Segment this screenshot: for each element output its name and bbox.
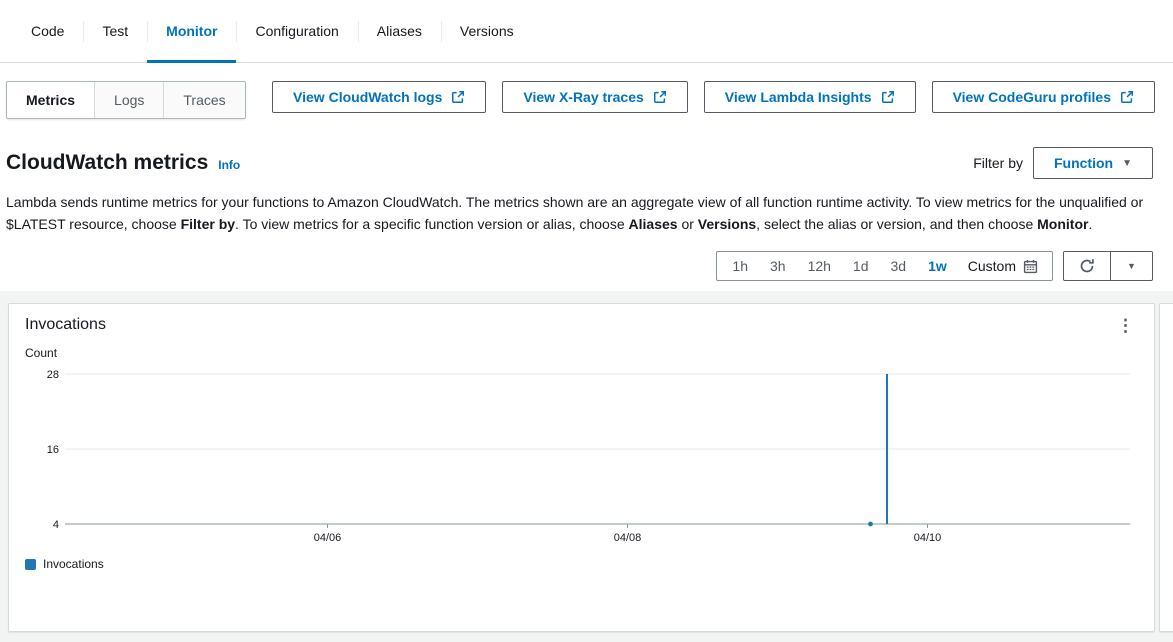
page-title: CloudWatch metrics [6, 151, 208, 175]
description-text: Lambda sends runtime metrics for your fu… [6, 191, 1153, 235]
section-header: CloudWatch metrics Info Filter by Functi… [0, 119, 1173, 179]
svg-text:16: 16 [47, 444, 59, 456]
chart-canvas: 4 16 28 04/06 04/08 04/10 [25, 362, 1138, 548]
svg-text:4: 4 [53, 519, 59, 531]
tab-test[interactable]: Test [83, 0, 147, 62]
refresh-options-button[interactable]: ▼ [1110, 252, 1152, 280]
tab-code[interactable]: Code [12, 0, 83, 62]
view-cloudwatch-logs-button[interactable]: View CloudWatch logs [272, 81, 486, 113]
external-link-icon [451, 90, 465, 104]
time-range-selector: 1h3h12h1d3d1w Custom [716, 251, 1053, 281]
chart-card-invocations: Invocations ⋮ Count 4 16 28 04/06 04/08 04/10 Inv… [8, 303, 1155, 632]
time-range-3d[interactable]: 3d [880, 258, 918, 274]
axis-unit-row: Count [25, 346, 1138, 360]
lambda-monitor-page: CodeTestMonitorConfigurationAliasesVersi… [0, 0, 1173, 642]
tab-versions[interactable]: Versions [441, 0, 533, 62]
chart-plot-area: 4 16 28 04/06 04/08 04/10 [25, 362, 1138, 551]
button-label: View CloudWatch logs [293, 89, 442, 105]
time-range-1w[interactable]: 1w [917, 258, 958, 274]
chart-legend: Invocations [25, 557, 1138, 571]
filter-group: Filter by Function ▼ [973, 147, 1153, 179]
refresh-icon [1079, 258, 1095, 274]
refresh-split-button: ▼ [1063, 251, 1153, 281]
view-codeguru-profiles-button[interactable]: View CodeGuru profiles [932, 81, 1155, 113]
view-lambda-insights-button[interactable]: View Lambda Insights [704, 81, 916, 113]
view-x-ray-traces-button[interactable]: View X-Ray traces [502, 81, 687, 113]
time-range-custom[interactable]: Custom [958, 258, 1048, 274]
button-label: View Lambda Insights [725, 89, 872, 105]
chart-title: Invocations [25, 316, 106, 334]
button-label: View CodeGuru profiles [953, 89, 1111, 105]
time-range-12h[interactable]: 12h [797, 258, 842, 274]
subtab-traces[interactable]: Traces [164, 82, 244, 118]
svg-text:04/10: 04/10 [914, 532, 942, 544]
time-controls-bar: 1h3h12h1d3d1w Custom ▼ [0, 235, 1173, 291]
monitor-subtabs: MetricsLogsTraces [6, 81, 246, 119]
calendar-icon [1023, 259, 1038, 274]
chevron-down-icon: ▼ [1122, 158, 1132, 169]
external-link-icon [881, 90, 895, 104]
info-link[interactable]: Info [218, 158, 240, 172]
chevron-down-icon: ▼ [1127, 261, 1136, 271]
chart-card-duration: Duration⋮Milliseconds1.1590.418004/0604/… [1159, 303, 1173, 632]
charts-region: Invocations ⋮ Count 4 16 28 04/06 04/08 04/10 Inv… [0, 291, 1173, 642]
refresh-button[interactable] [1064, 252, 1110, 280]
external-link-icon [1120, 90, 1134, 104]
chart-options-kebab-icon[interactable]: ⋮ [1113, 317, 1138, 334]
time-range-1h[interactable]: 1h [721, 258, 759, 274]
external-tools-buttons: View CloudWatch logs View X-Ray traces Vie… [272, 81, 1157, 113]
time-range-3h[interactable]: 3h [759, 258, 797, 274]
monitor-toolbar: MetricsLogsTraces View CloudWatch logsVi… [0, 63, 1173, 119]
tab-monitor[interactable]: Monitor [147, 0, 236, 62]
filter-by-label: Filter by [973, 155, 1023, 171]
svg-text:04/08: 04/08 [614, 532, 642, 544]
time-range-1d[interactable]: 1d [842, 258, 880, 274]
svg-text:28: 28 [47, 369, 59, 381]
title-group: CloudWatch metrics Info [6, 151, 240, 175]
tab-configuration[interactable]: Configuration [236, 0, 357, 62]
tab-aliases[interactable]: Aliases [358, 0, 441, 62]
filter-by-value: Function [1054, 155, 1113, 171]
subtab-metrics[interactable]: Metrics [7, 82, 95, 118]
y-axis-unit-left: Count [25, 346, 57, 360]
legend-label: Invocations [43, 557, 104, 571]
button-label: View X-Ray traces [523, 89, 643, 105]
external-link-icon [653, 90, 667, 104]
chart-card-header: Invocations ⋮ [25, 316, 1138, 334]
legend-item-invocations[interactable]: Invocations [25, 557, 578, 571]
custom-label: Custom [968, 258, 1016, 274]
filter-by-dropdown[interactable]: Function ▼ [1033, 147, 1153, 179]
subtab-logs[interactable]: Logs [95, 82, 164, 118]
function-tab-bar: CodeTestMonitorConfigurationAliasesVersi… [0, 0, 1173, 63]
legend-swatch [25, 559, 36, 570]
svg-text:04/06: 04/06 [314, 532, 342, 544]
